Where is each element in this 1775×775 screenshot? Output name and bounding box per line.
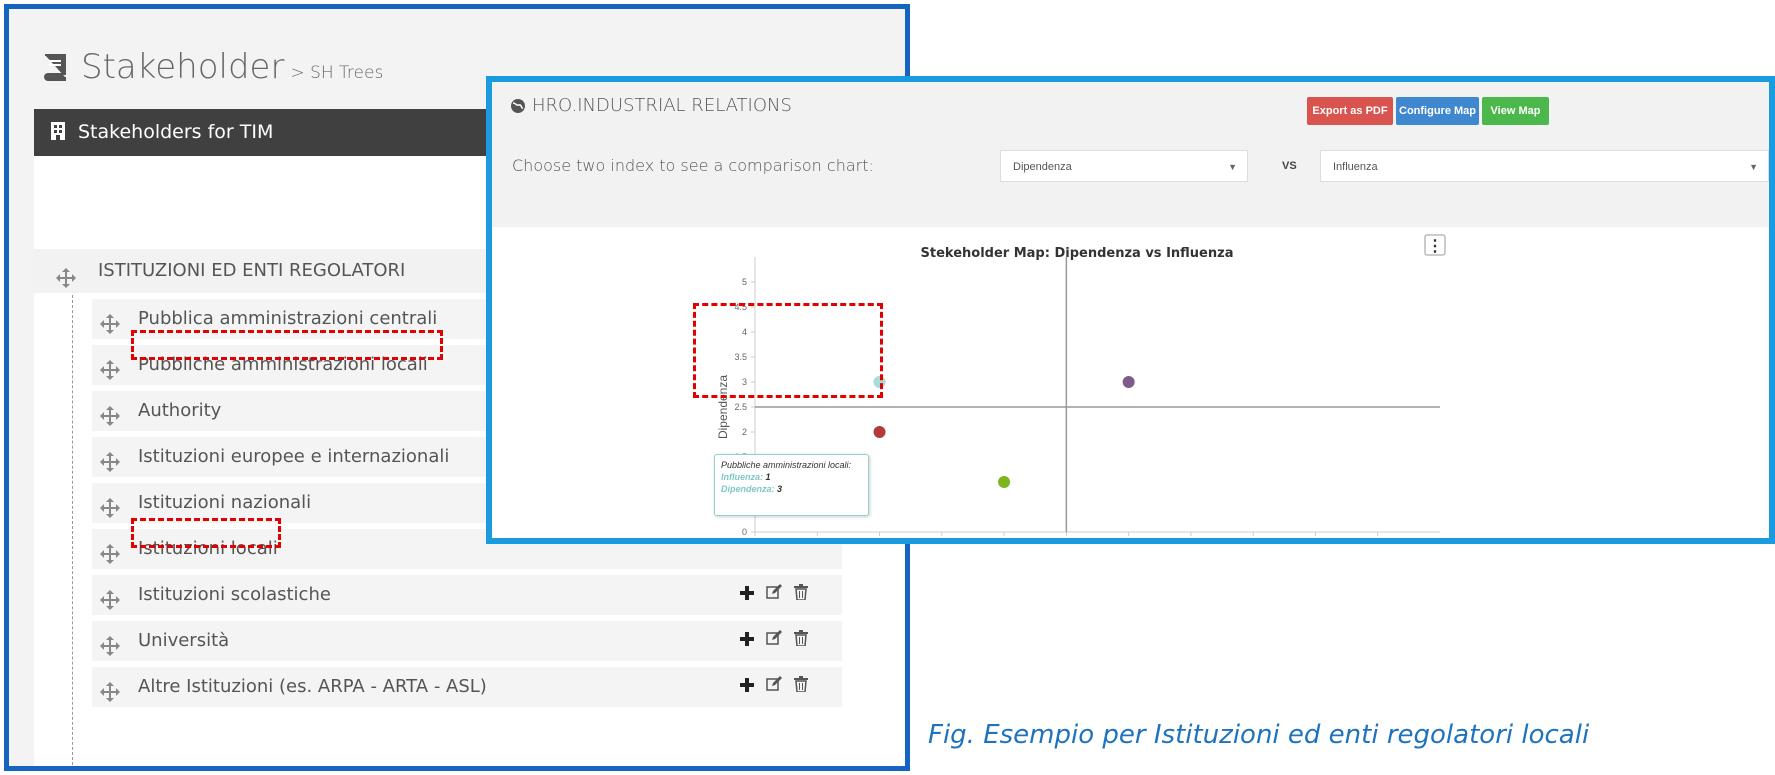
- tree-item-label: Authority: [138, 400, 222, 421]
- move-icon[interactable]: [100, 631, 120, 671]
- figure-caption: Fig. Esempio per Istituzioni ed enti reg…: [928, 720, 1590, 750]
- trash-icon[interactable]: [794, 621, 808, 661]
- move-icon[interactable]: [100, 585, 120, 625]
- y-tick-label: 2.5: [734, 402, 747, 412]
- index-select-2[interactable]: Influenza ▼: [1320, 150, 1769, 182]
- data-point: [1122, 376, 1135, 388]
- tooltip-value-2: 3: [777, 484, 783, 494]
- y-tick-label: 0: [742, 527, 747, 537]
- move-icon[interactable]: [56, 261, 76, 305]
- move-icon[interactable]: [100, 447, 120, 487]
- caret-down-icon: ▼: [1228, 162, 1237, 172]
- tree-root-label: ISTITUZIONI ED ENTI REGOLATORI: [98, 260, 406, 281]
- chart-tooltip: Pubbliche amministrazioni locali: Influe…: [714, 454, 869, 516]
- tooltip-value-1: 1: [765, 472, 771, 482]
- data-point: [998, 476, 1011, 488]
- add-icon[interactable]: [740, 621, 754, 661]
- window-title-text: HRO.INDUSTRIAL RELATIONS: [532, 95, 792, 116]
- tooltip-label-1: Influenza:: [721, 472, 763, 482]
- edit-icon[interactable]: [766, 667, 782, 707]
- edit-icon[interactable]: [766, 621, 782, 661]
- building-icon: [51, 122, 65, 140]
- highlight-tooltip: [693, 303, 883, 398]
- x-tick-label: 2: [1002, 538, 1007, 544]
- page-title: Stakeholder > SH Trees: [39, 47, 383, 87]
- move-icon[interactable]: [100, 355, 120, 395]
- move-icon[interactable]: [100, 309, 120, 349]
- x-tick-label: 4: [1251, 538, 1256, 544]
- tree-connector: [72, 295, 73, 765]
- row-actions: [740, 621, 808, 661]
- index-select-1[interactable]: Dipendenza ▼: [1000, 150, 1248, 182]
- trash-icon[interactable]: [794, 667, 808, 707]
- row-actions: [740, 667, 808, 707]
- x-tick-label: 0.5: [811, 538, 824, 544]
- tree-item-label: Istituzioni scolastiche: [138, 584, 331, 605]
- move-icon[interactable]: [100, 539, 120, 579]
- page-title-text: Stakeholder: [81, 47, 285, 87]
- export-pdf-button[interactable]: Export as PDF: [1307, 97, 1393, 125]
- chart-area: Stekeholder Map: Dipendenza vs Influenza…: [492, 227, 1769, 544]
- x-tick-label: 1: [877, 538, 882, 544]
- scatter-chart: Stekeholder Map: Dipendenza vs Influenza…: [714, 227, 1452, 544]
- tooltip-label-2: Dipendenza:: [721, 484, 775, 494]
- index-select-2-value: Influenza: [1333, 161, 1378, 173]
- book-icon: [44, 54, 66, 81]
- highlight-pubbliche-locali: [131, 330, 443, 360]
- x-tick-label: 1.5: [936, 538, 949, 544]
- breadcrumb[interactable]: > SH Trees: [290, 63, 383, 83]
- window-title: HRO.INDUSTRIAL RELATIONS: [510, 95, 792, 116]
- tree-item-label: Altre Istituzioni (es. ARPA - ARTA - ASL…: [138, 676, 487, 697]
- tree-item[interactable]: Istituzioni scolastiche: [92, 575, 842, 615]
- add-icon[interactable]: [740, 667, 754, 707]
- x-tick-label: 3: [1126, 538, 1131, 544]
- data-point: [873, 426, 886, 438]
- chart-menu-icon[interactable]: ⋮: [1427, 238, 1443, 255]
- vs-label: VS: [1282, 160, 1297, 172]
- configure-map-button[interactable]: Configure Map: [1396, 97, 1479, 125]
- tree-item-label: Istituzioni europee e internazionali: [138, 446, 450, 467]
- caret-down-icon: ▼: [1749, 162, 1758, 172]
- move-icon[interactable]: [100, 493, 120, 533]
- tree-item-label: Università: [138, 630, 230, 651]
- globe-icon: [511, 99, 525, 113]
- view-map-button[interactable]: View Map: [1482, 97, 1549, 125]
- index-select-1-value: Dipendenza: [1013, 161, 1072, 173]
- tree-item[interactable]: Altre Istituzioni (es. ARPA - ARTA - ASL…: [92, 667, 842, 707]
- y-tick-label: 5: [742, 277, 747, 287]
- move-icon[interactable]: [100, 677, 120, 717]
- comparison-chart-window: HRO.INDUSTRIAL RELATIONS Export as PDF C…: [486, 76, 1775, 544]
- panel-title: Stakeholders for TIM: [78, 121, 274, 143]
- y-tick-label: 2: [742, 427, 747, 437]
- tree-item[interactable]: Università: [92, 621, 842, 661]
- x-tick-label: 2.5: [1060, 538, 1073, 544]
- x-tick-label: 0: [752, 538, 757, 544]
- chart-title: Stekeholder Map: Dipendenza vs Influenza: [921, 246, 1234, 261]
- choose-index-label: Choose two index to see a comparison cha…: [512, 156, 874, 175]
- highlight-istituzioni-locali: [131, 518, 281, 548]
- move-icon[interactable]: [100, 401, 120, 441]
- edit-icon[interactable]: [766, 575, 782, 615]
- add-icon[interactable]: [740, 575, 754, 615]
- trash-icon[interactable]: [794, 575, 808, 615]
- tooltip-name: Pubbliche amministrazioni locali:: [721, 460, 852, 470]
- row-actions: [740, 575, 808, 615]
- tree-item-label: Istituzioni nazionali: [138, 492, 312, 513]
- x-tick-label: 3.5: [1185, 538, 1198, 544]
- x-tick-label: 4.5: [1309, 538, 1322, 544]
- x-tick-label: 5: [1375, 538, 1380, 544]
